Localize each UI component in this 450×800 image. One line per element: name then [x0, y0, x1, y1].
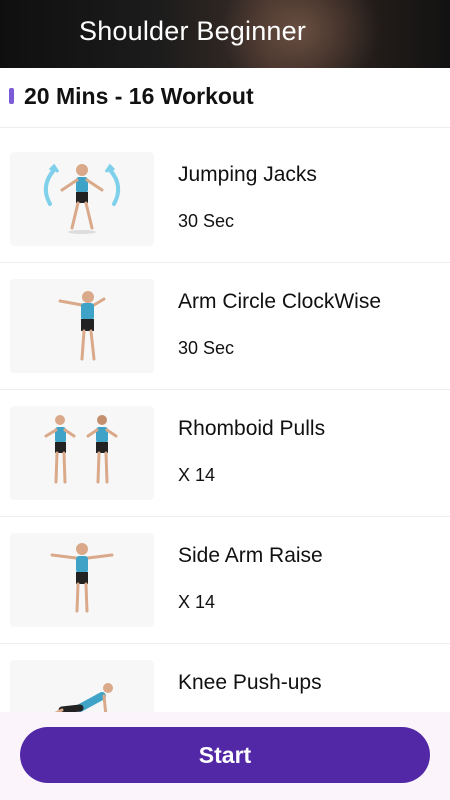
footer-bar: Start: [0, 712, 450, 800]
start-button[interactable]: Start: [20, 727, 430, 783]
page-title: Shoulder Beginner: [79, 16, 307, 46]
workout-summary: 20 Mins - 16 Workout: [0, 68, 450, 128]
accent-bar: [9, 88, 14, 104]
exercise-row[interactable]: Arm Circle ClockWise 30 Sec: [0, 263, 450, 390]
exercise-row[interactable]: Jumping Jacks 30 Sec: [0, 136, 450, 263]
side-arm-raise-figure: [10, 533, 154, 627]
exercise-amount: X 14: [178, 465, 216, 485]
rhomboid-pulls-figure: [10, 406, 154, 500]
exercise-row[interactable]: Rhomboid Pulls X 14: [0, 390, 450, 517]
exercise-list[interactable]: Jumping Jacks 30 Sec Arm Circle ClockWis…: [0, 136, 450, 771]
summary-text: 20 Mins - 16 Workout: [24, 83, 254, 109]
exercise-name: Arm Circle ClockWise: [178, 290, 382, 313]
exercise-name: Jumping Jacks: [178, 163, 317, 186]
exercise-name: Knee Push-ups: [178, 671, 322, 694]
exercise-amount: 30 Sec: [178, 338, 235, 358]
arm-circle-figure: [10, 279, 154, 373]
exercise-name: Rhomboid Pulls: [178, 417, 326, 440]
exercise-name: Side Arm Raise: [178, 544, 323, 567]
exercise-row[interactable]: Side Arm Raise X 14: [0, 517, 450, 644]
exercise-amount: X 14: [178, 592, 216, 612]
exercise-amount: 30 Sec: [178, 211, 235, 231]
header-banner: Shoulder Beginner: [0, 0, 450, 68]
jumping-jacks-figure: [10, 152, 154, 246]
